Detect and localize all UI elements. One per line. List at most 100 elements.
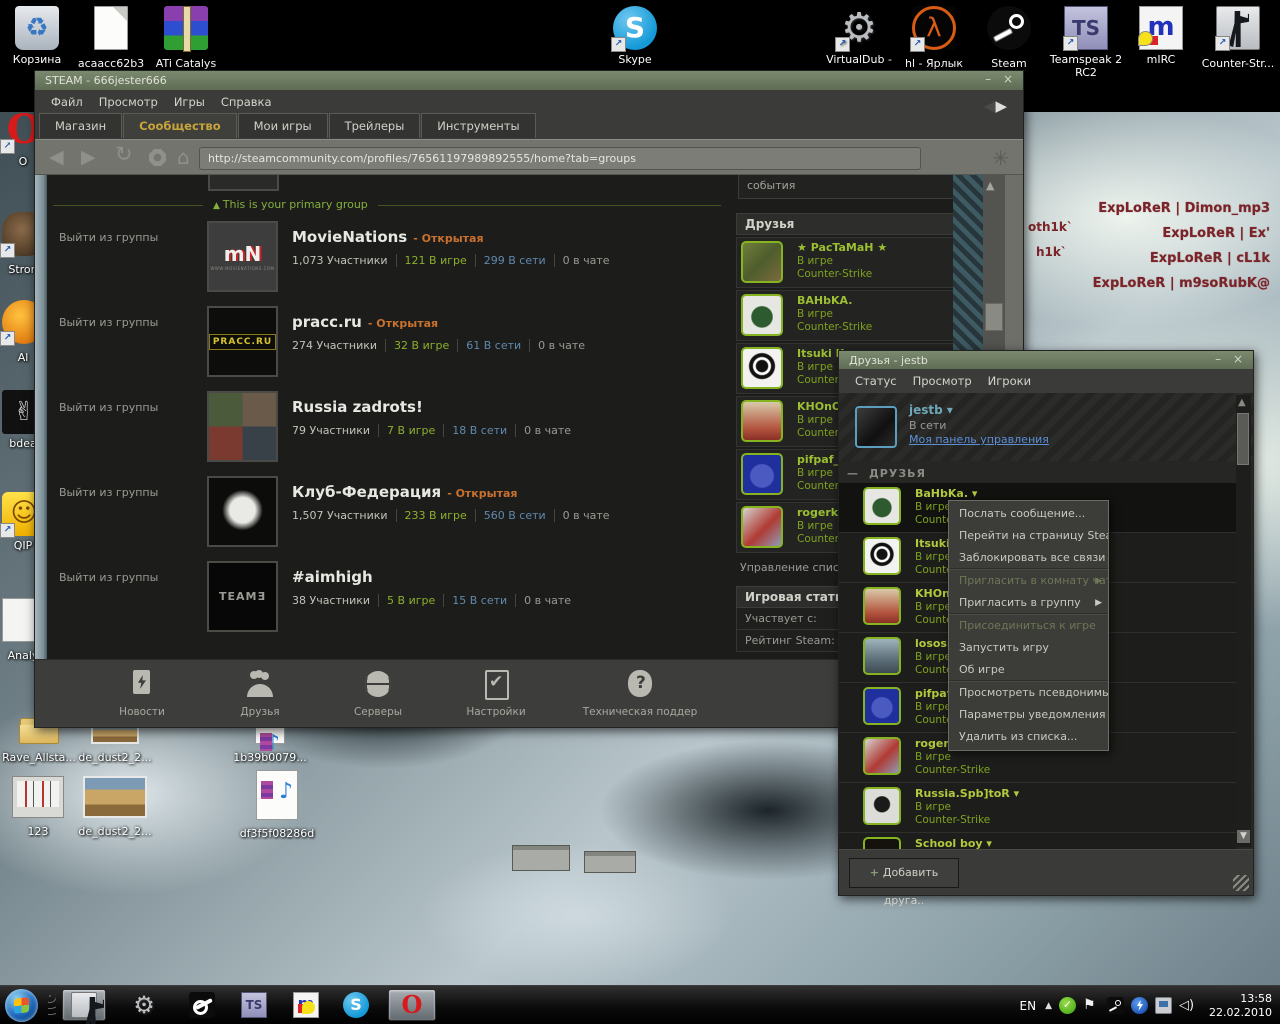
events-box[interactable]: события [738,175,968,199]
menu-item[interactable]: Файл [43,90,91,114]
toolbar-button[interactable]: Серверы [319,660,437,727]
toolbar-button[interactable]: Новости [83,660,201,727]
menu-item[interactable]: Просмотр [905,369,980,393]
window-minimize-close-buttons[interactable]: – × [1215,351,1247,370]
desktop-icon-rave-folder[interactable]: Rave_Allsta... [2,722,76,764]
context-menu-item[interactable]: Пригласить в группу ▶ [949,592,1108,614]
windows-start-icon[interactable] [5,989,38,1022]
tab-scroll-arrows-icon[interactable]: ◀▶ [984,97,1007,115]
steam-tab[interactable]: Инструменты [421,113,535,138]
scroll-up-icon[interactable]: ▲ [986,179,994,192]
menu-item[interactable]: Справка [213,90,280,114]
current-user-name[interactable]: jestb ▾ [909,403,953,417]
taskbar-button-virtualdub[interactable]: ⚙ [122,989,166,1021]
context-menu-item[interactable]: Параметры уведомления ▶ [949,704,1108,726]
collapse-icon[interactable]: — [847,467,859,480]
taskbar-button-mirc[interactable]: m [284,989,328,1021]
desktop-icon-steam[interactable]: Steam [974,6,1044,70]
taskbar-button-skype[interactable]: S [334,989,378,1021]
group-name-link[interactable]: Russia zadrots! [292,398,423,416]
menu-item[interactable]: Игры [166,90,213,114]
steam-tray-icon[interactable] [1107,997,1124,1014]
network-icon[interactable] [1155,997,1172,1014]
menu-item[interactable]: Игроки [980,369,1039,393]
daemon-tools-icon[interactable] [1131,997,1148,1014]
leave-group-link[interactable]: Выйти из группы [59,306,207,377]
group-name-link[interactable]: #aimhigh [292,568,373,586]
scroll-down-icon[interactable]: ▼ [1237,830,1250,843]
window-minimize-close-buttons[interactable]: – × [985,71,1017,90]
refresh-icon[interactable]: ↻ [115,142,133,166]
context-menu-item[interactable]: Об игре ▶ [949,659,1108,681]
desktop-icon-counter-strike[interactable]: Counter-Str... [1200,6,1276,70]
stop-icon[interactable] [149,149,166,166]
friend-name[interactable]: Russia.Spb]toR ▾ [915,787,1237,801]
context-menu-item[interactable]: Пригласить в комнату чата ▶ [949,570,1108,592]
friends-window-titlebar[interactable]: Друзья - jestb – × [839,351,1253,370]
sidebar-friend-card[interactable]: ★ PacTaMaH ★ В игре Counter-Strike [736,237,972,288]
group-name-link[interactable]: pracc.ru [292,313,362,331]
language-indicator[interactable]: EN [1020,999,1037,1013]
sidebar-friend-card[interactable]: BAHbKA. В игре Counter-Strike [736,290,972,341]
desktop-icon-media-file-2[interactable]: df3f5f08286d [236,770,318,840]
group-name-link[interactable]: MovieNations [292,228,407,246]
flag-icon[interactable]: ⚑ [1083,997,1100,1014]
home-icon[interactable]: ⌂ [177,145,190,169]
back-icon[interactable]: ◀ [49,145,64,169]
context-menu-item[interactable]: Перейти на страницу SteamID ▶ [949,525,1108,547]
group-avatar[interactable]: mN WWW.MOVIENATIONS.COM [207,221,278,292]
context-menu-item[interactable]: Запустить игру ▶ [949,637,1108,659]
friends-section-header[interactable]: —ДРУЗЬЯ [847,467,926,480]
group-avatar[interactable] [207,391,278,462]
context-menu-item[interactable]: Послать сообщение... ▶ [949,503,1108,525]
context-menu-item[interactable]: Удалить из списка... ▶ [949,726,1108,748]
toolbar-button[interactable]: Настройки [437,660,555,727]
steam-window-titlebar[interactable]: STEAM - 666jester666 – × [35,71,1023,90]
toolbar-button[interactable]: Техническая поддер [555,660,725,727]
steam-tab[interactable]: Мои игры [238,113,328,138]
friend-name[interactable]: BAHbKA. [797,294,967,308]
steam-tab[interactable]: Сообщество [123,113,236,138]
desktop-icon-ati-catalyst[interactable]: ATi Catalys [148,6,224,70]
group-avatar[interactable]: TEAMƎ [207,561,278,632]
taskbar-button-steam[interactable] [180,989,224,1021]
friend-name[interactable]: BaHbKa. ▾ [915,487,1237,501]
friend-row[interactable]: Russia.Spb]toR ▾ В игре Counter-Strike [839,783,1237,833]
current-user-avatar[interactable] [855,406,897,448]
url-input[interactable] [199,147,921,170]
leave-group-link[interactable]: Выйти из группы [59,391,207,462]
desktop-icon-skype[interactable]: S Skype [600,6,670,66]
desktop-icon-document[interactable]: acaacc62b3 [76,6,146,70]
taskbar-button-opera[interactable]: O [388,989,436,1021]
forward-icon[interactable]: ▶ [81,145,96,169]
leave-group-link[interactable]: Выйти из группы [59,221,207,292]
context-menu-item[interactable]: Присоединиться к игре ▶ [949,615,1108,637]
group-name-link[interactable]: Клуб-Федерация [292,483,441,501]
skype-online-icon[interactable]: ✓ [1059,997,1076,1014]
friends-scrollbar[interactable]: ▲ ▼ [1236,395,1251,847]
context-menu-item[interactable]: Просмотреть псевдонимы ▶ [949,682,1108,704]
scroll-up-icon[interactable]: ▲ [1238,397,1246,408]
group-avatar[interactable] [207,476,278,547]
menu-item[interactable]: Просмотр [91,90,166,114]
resize-grip[interactable] [1233,875,1249,891]
desktop-icon-de-dust2-screenshot[interactable]: de_dust2_2... [78,722,152,764]
desktop-icon-virtualdub[interactable]: ⚙ VirtualDub - [822,6,896,66]
desktop-icon-media-file[interactable]: 1b39b0079... [232,722,308,764]
desktop-icon-half-life[interactable]: hl - Ярлык [898,6,970,70]
taskbar-button-teamspeak[interactable]: TS [232,989,276,1021]
clock[interactable]: 13:58 22.02.2010 [1209,992,1272,1020]
desktop-icon-de-dust2-screenshot-2[interactable]: de_dust2_2... [78,776,152,838]
desktop-icon-recycle-bin[interactable]: ♻ Корзина [2,6,72,66]
steam-tab[interactable]: Трейлеры [329,113,421,138]
desktop-icon-teamspeak[interactable]: TS Teamspeak 2 RC2 [1046,6,1126,79]
taskbar-button-counter-strike[interactable] [62,989,106,1021]
group-avatar[interactable]: PRACC.RU [207,306,278,377]
desktop-icon-mirc[interactable]: m mIRC [1128,6,1194,66]
leave-group-link[interactable]: Выйти из группы [59,476,207,547]
desktop-icon-123[interactable]: 123 [6,776,70,838]
scrollbar-thumb[interactable] [1237,413,1249,465]
add-friend-button[interactable]: +Добавить друга.. [849,858,959,888]
leave-group-link[interactable]: Выйти из группы [59,561,207,632]
menu-item[interactable]: Статус [847,369,905,393]
